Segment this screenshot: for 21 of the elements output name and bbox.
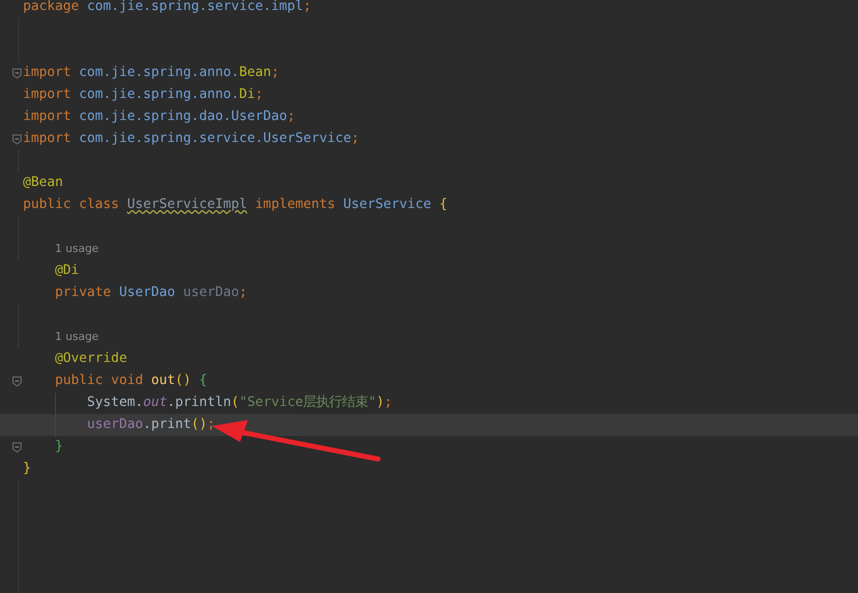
fold-icon[interactable] [12,376,22,387]
fold-icon[interactable] [12,442,22,453]
code-line: import com.jie.spring.dao.UserDao; [23,108,296,126]
code-line: } [54,438,64,456]
code-line: package com.jie.spring.service.impl; [23,0,312,16]
code-line: @Override [54,350,128,368]
code-line: System.out.println("Service层执行结束"); [86,394,392,412]
code-line: public void out() { [54,372,208,390]
fold-icon[interactable] [12,134,22,145]
code-line: import com.jie.spring.anno.Bean; [23,64,280,82]
code-line: } [23,460,32,478]
code-line: import com.jie.spring.service.UserService; [23,130,360,148]
code-line: @Bean [23,174,64,192]
code-line: import com.jie.spring.anno.Di; [23,86,264,104]
code-line: userDao.print(); [86,416,216,434]
usage-hint[interactable]: 1 usage [55,240,99,258]
usage-hint[interactable]: 1 usage [55,328,99,346]
code-line: public class UserServiceImpl implements UserService { [23,196,448,214]
code-line: @Di [54,262,80,280]
code-line: private UserDao userDao; [54,284,248,302]
fold-icon[interactable] [12,68,22,79]
